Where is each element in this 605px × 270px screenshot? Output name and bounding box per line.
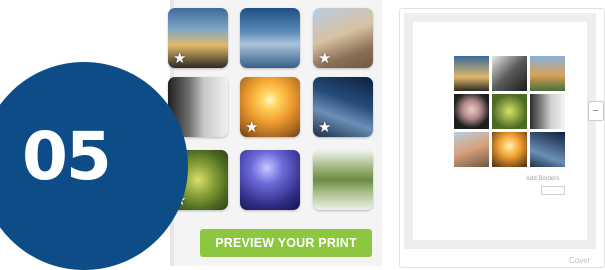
preview-thumb-portrait (454, 94, 489, 129)
star-icon[interactable]: ★ (173, 51, 186, 66)
photo-tile-lightning[interactable] (240, 150, 300, 210)
preview-thumb-selfie (454, 132, 489, 167)
print-page (413, 22, 587, 240)
star-icon[interactable]: ★ (318, 51, 331, 66)
photo-tile-foggy-lake[interactable] (240, 8, 300, 68)
page-nav-handle[interactable] (588, 101, 604, 121)
preview-print-button[interactable]: PREVIEW YOUR PRINT (200, 229, 372, 257)
preview-thumb-sunset-sea (492, 132, 527, 167)
star-icon[interactable]: ★ (245, 120, 258, 135)
photo-tile-selfie-stick[interactable]: ★ (313, 8, 373, 68)
star-icon[interactable]: ★ (318, 120, 331, 135)
step-number: 05 (22, 118, 112, 195)
preview-thumb-forest (492, 94, 527, 129)
preview-thumb-milky-way (530, 132, 565, 167)
border-toggle[interactable] (541, 186, 565, 195)
preview-thumb-autumn-tree (530, 56, 565, 91)
photo-tile-sunset-tree[interactable]: ★ (168, 8, 228, 68)
preview-thumb-bridge (530, 94, 565, 129)
photo-tile-golden-sunset[interactable]: ★ (240, 77, 300, 137)
add-borders-label[interactable]: Add Borders (526, 176, 559, 182)
preview-thumb-camera (492, 56, 527, 91)
cover-label: Cover (569, 256, 591, 265)
photo-tile-milky-way[interactable]: ★ (313, 77, 373, 137)
photo-tile-tree-reflection[interactable] (313, 150, 373, 210)
preview-thumb-sunset (454, 56, 489, 91)
